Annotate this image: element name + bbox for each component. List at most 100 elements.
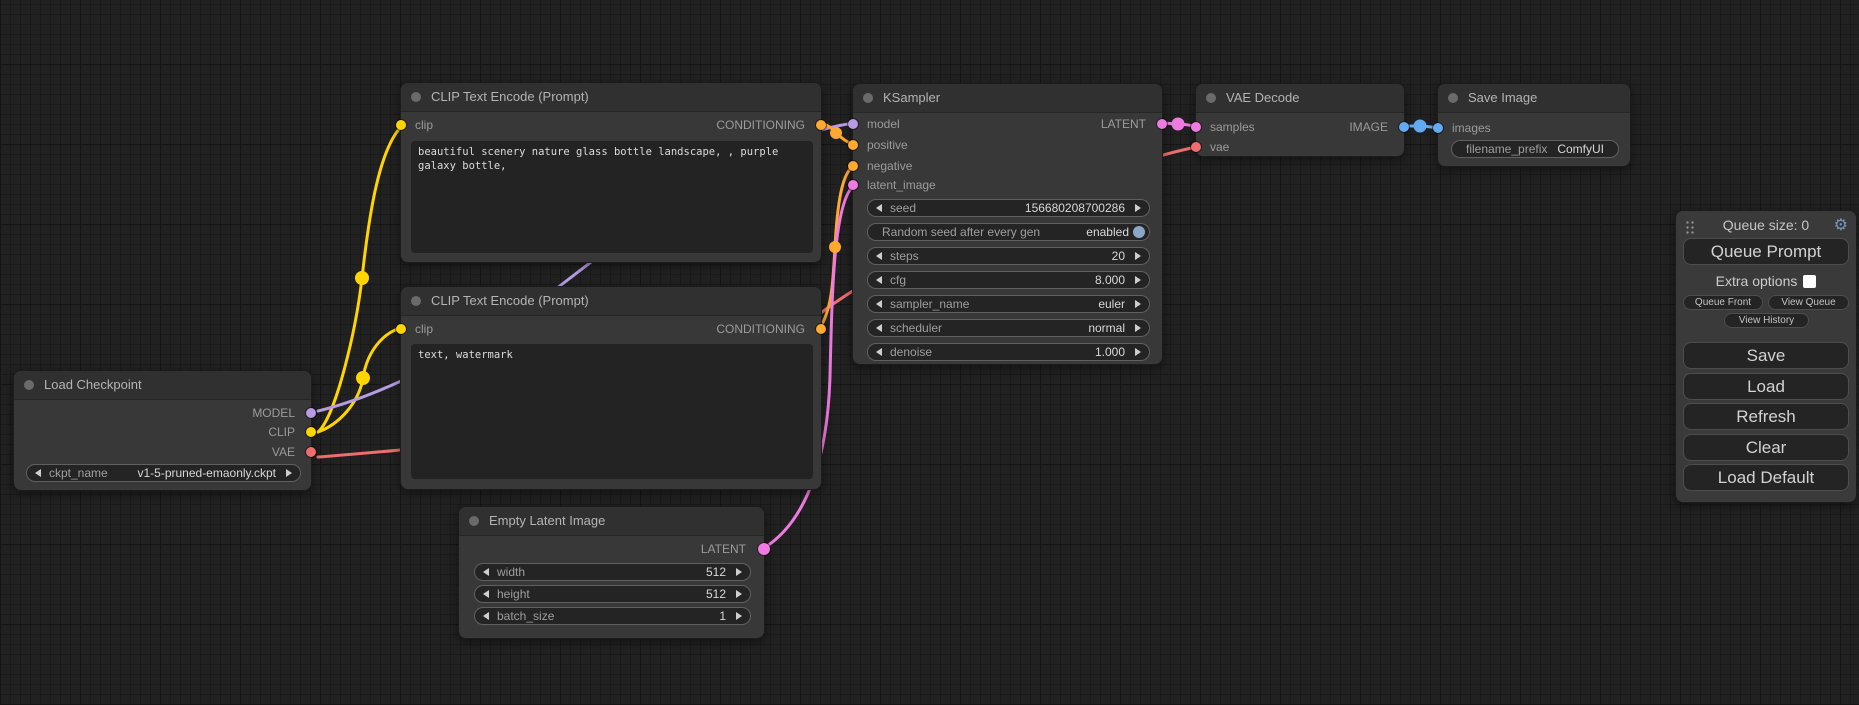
- view-queue-button[interactable]: View Queue: [1768, 295, 1849, 310]
- clear-button[interactable]: Clear: [1683, 434, 1849, 461]
- link-dot[interactable]: [1414, 120, 1427, 133]
- batch-size-widget[interactable]: batch_size 1: [474, 607, 751, 625]
- decrement-arrow-icon[interactable]: [876, 204, 882, 212]
- cfg-widget[interactable]: cfg 8.000: [867, 271, 1150, 289]
- output-slot-latent[interactable]: [758, 543, 770, 555]
- increment-arrow-icon[interactable]: [736, 612, 742, 620]
- denoise-widget[interactable]: denoise 1.000: [867, 343, 1150, 361]
- input-slot-clip[interactable]: [396, 120, 406, 130]
- height-widget[interactable]: height 512: [474, 585, 751, 603]
- widget-value: enabled: [1086, 224, 1129, 240]
- collapse-dot-icon[interactable]: [411, 92, 421, 102]
- output-slot-image[interactable]: [1399, 122, 1409, 132]
- save-button[interactable]: Save: [1683, 342, 1849, 369]
- input-slot-samples[interactable]: [1191, 122, 1201, 132]
- steps-widget[interactable]: steps 20: [867, 247, 1150, 265]
- seed-widget[interactable]: seed 156680208700286: [867, 199, 1150, 217]
- prompt-text-area[interactable]: beautiful scenery nature glass bottle la…: [411, 141, 813, 253]
- output-label-latent: LATENT: [1101, 116, 1146, 132]
- output-slot-model[interactable]: [306, 408, 316, 418]
- decrement-arrow-icon[interactable]: [35, 469, 41, 477]
- input-slot-latent-image[interactable]: [848, 180, 858, 190]
- collapse-dot-icon[interactable]: [863, 93, 873, 103]
- ckpt-name-widget[interactable]: ckpt_name v1-5-pruned-emaonly.ckpt: [26, 464, 301, 482]
- view-history-button[interactable]: View History: [1724, 313, 1809, 328]
- increment-arrow-icon[interactable]: [1135, 252, 1141, 260]
- extra-options-checkbox[interactable]: [1803, 275, 1816, 288]
- link-dot[interactable]: [355, 271, 369, 285]
- increment-arrow-icon[interactable]: [1135, 300, 1141, 308]
- width-widget[interactable]: width 512: [474, 563, 751, 581]
- input-slot-positive[interactable]: [848, 140, 858, 150]
- node-title-bar[interactable]: CLIP Text Encode (Prompt): [401, 83, 821, 112]
- increment-arrow-icon[interactable]: [736, 590, 742, 598]
- node-title-bar[interactable]: CLIP Text Encode (Prompt): [401, 287, 821, 316]
- decrement-arrow-icon[interactable]: [876, 252, 882, 260]
- node-title-bar[interactable]: VAE Decode: [1196, 84, 1404, 113]
- decrement-arrow-icon[interactable]: [876, 348, 882, 356]
- random-seed-widget[interactable]: Random seed after every gen enabled: [867, 223, 1150, 241]
- decrement-arrow-icon[interactable]: [876, 276, 882, 284]
- queue-prompt-button[interactable]: Queue Prompt: [1683, 238, 1849, 265]
- decrement-arrow-icon[interactable]: [483, 568, 489, 576]
- widget-value: normal: [1088, 320, 1125, 336]
- load-default-button[interactable]: Load Default: [1683, 464, 1849, 491]
- node-graph-canvas[interactable]: Load Checkpoint MODEL CLIP VAE ckpt_name…: [0, 0, 1859, 705]
- link-dot[interactable]: [1172, 118, 1185, 131]
- output-slot-conditioning[interactable]: [816, 120, 826, 130]
- increment-arrow-icon[interactable]: [286, 469, 292, 477]
- node-title-bar[interactable]: KSampler: [853, 84, 1162, 113]
- node-title-bar[interactable]: Save Image: [1438, 84, 1630, 113]
- node-save-image[interactable]: Save Image images filename_prefix ComfyU…: [1437, 83, 1631, 167]
- output-slot-latent[interactable]: [1157, 119, 1167, 129]
- input-slot-model[interactable]: [848, 119, 858, 129]
- node-title-bar[interactable]: Load Checkpoint: [14, 371, 311, 400]
- increment-arrow-icon[interactable]: [1135, 276, 1141, 284]
- widget-label: ckpt_name: [49, 465, 108, 481]
- increment-arrow-icon[interactable]: [1135, 204, 1141, 212]
- collapse-dot-icon[interactable]: [469, 516, 479, 526]
- collapse-dot-icon[interactable]: [1206, 93, 1216, 103]
- link-dot[interactable]: [356, 371, 370, 385]
- node-title-bar[interactable]: Empty Latent Image: [459, 507, 764, 536]
- prompt-text-area[interactable]: text, watermark: [411, 344, 813, 479]
- scheduler-widget[interactable]: scheduler normal: [867, 319, 1150, 337]
- sampler-name-widget[interactable]: sampler_name euler: [867, 295, 1150, 313]
- node-clip-text-encode-positive[interactable]: CLIP Text Encode (Prompt) clip CONDITION…: [400, 82, 822, 263]
- link-dot[interactable]: [829, 241, 841, 253]
- node-empty-latent-image[interactable]: Empty Latent Image LATENT width 512 heig…: [458, 506, 765, 639]
- output-slot-conditioning[interactable]: [816, 324, 826, 334]
- decrement-arrow-icon[interactable]: [483, 612, 489, 620]
- increment-arrow-icon[interactable]: [736, 568, 742, 576]
- node-load-checkpoint[interactable]: Load Checkpoint MODEL CLIP VAE ckpt_name…: [13, 370, 312, 491]
- output-slot-clip[interactable]: [306, 427, 316, 437]
- output-label-vae: VAE: [272, 444, 295, 460]
- queue-front-button[interactable]: Queue Front: [1683, 295, 1763, 310]
- decrement-arrow-icon[interactable]: [483, 590, 489, 598]
- node-clip-text-encode-negative[interactable]: CLIP Text Encode (Prompt) clip CONDITION…: [400, 286, 822, 490]
- input-slot-clip[interactable]: [396, 324, 406, 334]
- input-slot-images[interactable]: [1433, 123, 1443, 133]
- output-slot-vae[interactable]: [306, 447, 316, 457]
- collapse-dot-icon[interactable]: [24, 380, 34, 390]
- increment-arrow-icon[interactable]: [1135, 348, 1141, 356]
- refresh-button[interactable]: Refresh: [1683, 403, 1849, 430]
- toggle-icon[interactable]: [1133, 226, 1145, 238]
- decrement-arrow-icon[interactable]: [876, 300, 882, 308]
- node-ksampler[interactable]: KSampler model LATENT positive negative …: [852, 83, 1163, 365]
- input-slot-negative[interactable]: [848, 161, 858, 171]
- load-button[interactable]: Load: [1683, 373, 1849, 400]
- queue-panel[interactable]: Queue size: 0 ⚙ Queue Prompt Extra optio…: [1675, 210, 1857, 503]
- collapse-dot-icon[interactable]: [1448, 93, 1458, 103]
- widget-value: 20: [1112, 248, 1125, 264]
- gear-icon[interactable]: ⚙: [1834, 215, 1848, 235]
- decrement-arrow-icon[interactable]: [876, 324, 882, 332]
- collapse-dot-icon[interactable]: [411, 296, 421, 306]
- node-vae-decode[interactable]: VAE Decode samples IMAGE vae: [1195, 83, 1405, 157]
- output-label-conditioning: CONDITIONING: [716, 117, 805, 133]
- widget-label: Random seed after every gen: [882, 224, 1040, 240]
- input-slot-vae[interactable]: [1191, 142, 1201, 152]
- filename-prefix-widget[interactable]: filename_prefix ComfyUI: [1451, 140, 1619, 158]
- increment-arrow-icon[interactable]: [1135, 324, 1141, 332]
- link-dot[interactable]: [830, 127, 842, 139]
